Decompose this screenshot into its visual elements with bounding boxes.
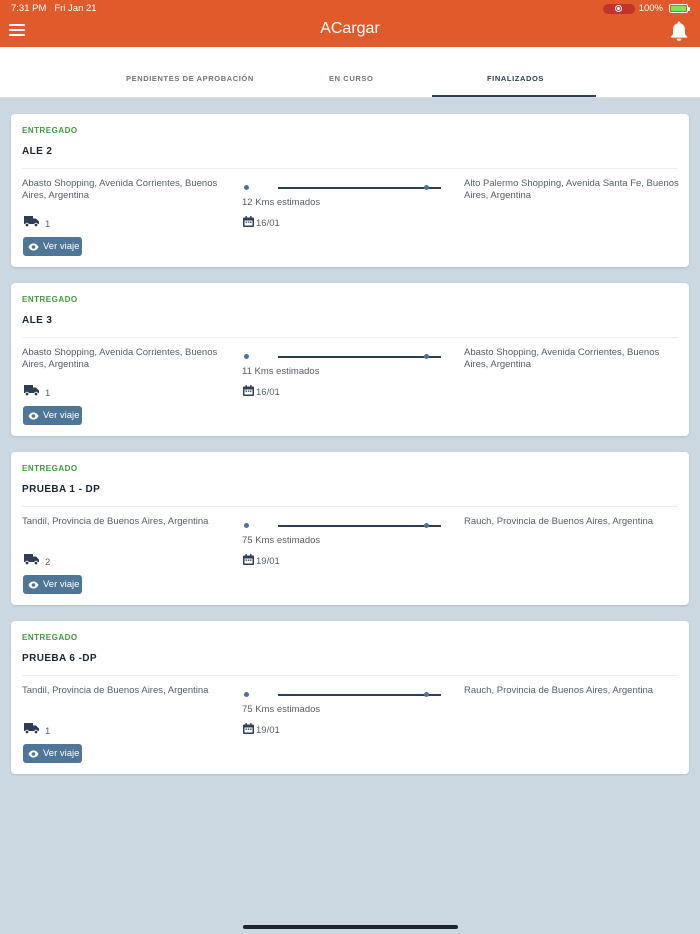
truck-icon	[24, 216, 39, 227]
trip-status-badge: ENTREGADO	[22, 126, 78, 135]
view-trip-button[interactable]: Ver viaje	[23, 575, 82, 594]
trip-origin: Abasto Shopping, Avenida Corrientes, Bue…	[22, 178, 218, 201]
eye-icon	[28, 750, 39, 757]
eye-icon	[28, 581, 39, 588]
trip-card: ENTREGADO PRUEBA 1 - DP Tandil, Provinci…	[11, 452, 689, 605]
trip-distance: 75 Kms estimados	[242, 704, 321, 715]
route-start-dot	[244, 692, 249, 697]
calendar-icon	[243, 385, 254, 396]
truck-count: 1	[45, 726, 51, 737]
trip-status-badge: ENTREGADO	[22, 633, 78, 642]
view-trip-label: Ver viaje	[43, 748, 80, 759]
card-divider	[22, 168, 678, 169]
card-divider	[22, 506, 678, 507]
card-divider	[22, 337, 678, 338]
route-line	[244, 522, 444, 528]
status-time-text: 7:31 PM	[11, 3, 47, 14]
home-indicator[interactable]	[243, 925, 458, 929]
trip-origin: Tandil, Provincia de Buenos Aires, Argen…	[22, 685, 209, 696]
status-date-text: Fri Jan 21	[54, 3, 97, 14]
trip-card: ENTREGADO PRUEBA 6 -DP Tandil, Provincia…	[11, 621, 689, 774]
calendar-icon	[243, 554, 254, 565]
route-end-dot	[424, 523, 429, 528]
truck-count: 1	[45, 388, 51, 399]
trip-status-badge: ENTREGADO	[22, 295, 78, 304]
trip-date: 16/01	[256, 218, 280, 229]
truck-icon	[24, 385, 39, 396]
truck-icon	[24, 554, 39, 565]
trip-distance: 75 Kms estimados	[242, 535, 321, 546]
truck-icon	[24, 723, 39, 734]
eye-icon	[28, 243, 39, 250]
trip-origin: Tandil, Provincia de Buenos Aires, Argen…	[22, 516, 209, 527]
app-header: 7:31 PM Fri Jan 21 100% ACargar	[0, 0, 700, 47]
trip-name: ALE 2	[22, 146, 53, 157]
trip-date: 19/01	[256, 725, 280, 736]
route-line	[244, 353, 444, 359]
truck-count: 1	[45, 219, 51, 230]
card-divider	[22, 675, 678, 676]
tab-finished[interactable]: FINALIZADOS	[487, 74, 544, 83]
view-trip-label: Ver viaje	[43, 410, 80, 421]
trip-destination: Abasto Shopping, Avenida Corrientes, Bue…	[464, 347, 660, 370]
trip-date: 16/01	[256, 387, 280, 398]
calendar-icon	[243, 216, 254, 227]
status-bar-time: 7:31 PM Fri Jan 21	[11, 3, 97, 14]
view-trip-button[interactable]: Ver viaje	[23, 237, 82, 256]
trip-distance: 12 Kms estimados	[242, 197, 321, 208]
view-trip-button[interactable]: Ver viaje	[23, 744, 82, 763]
trip-destination: Rauch, Provincia de Buenos Aires, Argent…	[464, 516, 654, 527]
route-line	[244, 184, 444, 190]
trip-destination: Rauch, Provincia de Buenos Aires, Argent…	[464, 685, 654, 696]
trip-name: PRUEBA 1 - DP	[22, 484, 101, 495]
calendar-icon	[243, 723, 254, 734]
trip-card: ENTREGADO ALE 2 Abasto Shopping, Avenida…	[11, 114, 689, 267]
screen-recording-icon	[602, 3, 635, 14]
trip-origin: Abasto Shopping, Avenida Corrientes, Bue…	[22, 347, 218, 370]
eye-icon	[28, 412, 39, 419]
route-start-dot	[244, 185, 249, 190]
tab-pending-approval[interactable]: PENDIENTES DE APROBACIÓN	[126, 74, 254, 83]
battery-icon	[669, 4, 690, 13]
trip-status-badge: ENTREGADO	[22, 464, 78, 473]
app-title: ACargar	[320, 20, 380, 37]
trip-destination: Alto Palermo Shopping, Avenida Santa Fe,…	[464, 178, 679, 201]
route-start-dot	[244, 354, 249, 359]
trip-distance: 11 Kms estimados	[242, 366, 320, 377]
battery-percent: 100%	[638, 3, 663, 14]
route-line	[244, 691, 444, 697]
status-bar-right: 100%	[602, 3, 690, 14]
route-start-dot	[244, 523, 249, 528]
bell-icon[interactable]	[669, 20, 689, 42]
route-end-dot	[424, 354, 429, 359]
trip-date: 19/01	[256, 556, 280, 567]
view-trip-label: Ver viaje	[43, 579, 80, 590]
view-trip-label: Ver viaje	[43, 241, 80, 252]
view-trip-button[interactable]: Ver viaje	[23, 406, 82, 425]
trip-name: PRUEBA 6 -DP	[22, 653, 97, 664]
trip-card: ENTREGADO ALE 3 Abasto Shopping, Avenida…	[11, 283, 689, 436]
tab-in-progress[interactable]: EN CURSO	[329, 74, 373, 83]
trip-status-tabs: PENDIENTES DE APROBACIÓN EN CURSO FINALI…	[0, 47, 700, 98]
active-tab-indicator	[432, 95, 596, 97]
route-end-dot	[424, 185, 429, 190]
trip-name: ALE 3	[22, 315, 53, 326]
truck-count: 2	[45, 557, 51, 568]
route-end-dot	[424, 692, 429, 697]
